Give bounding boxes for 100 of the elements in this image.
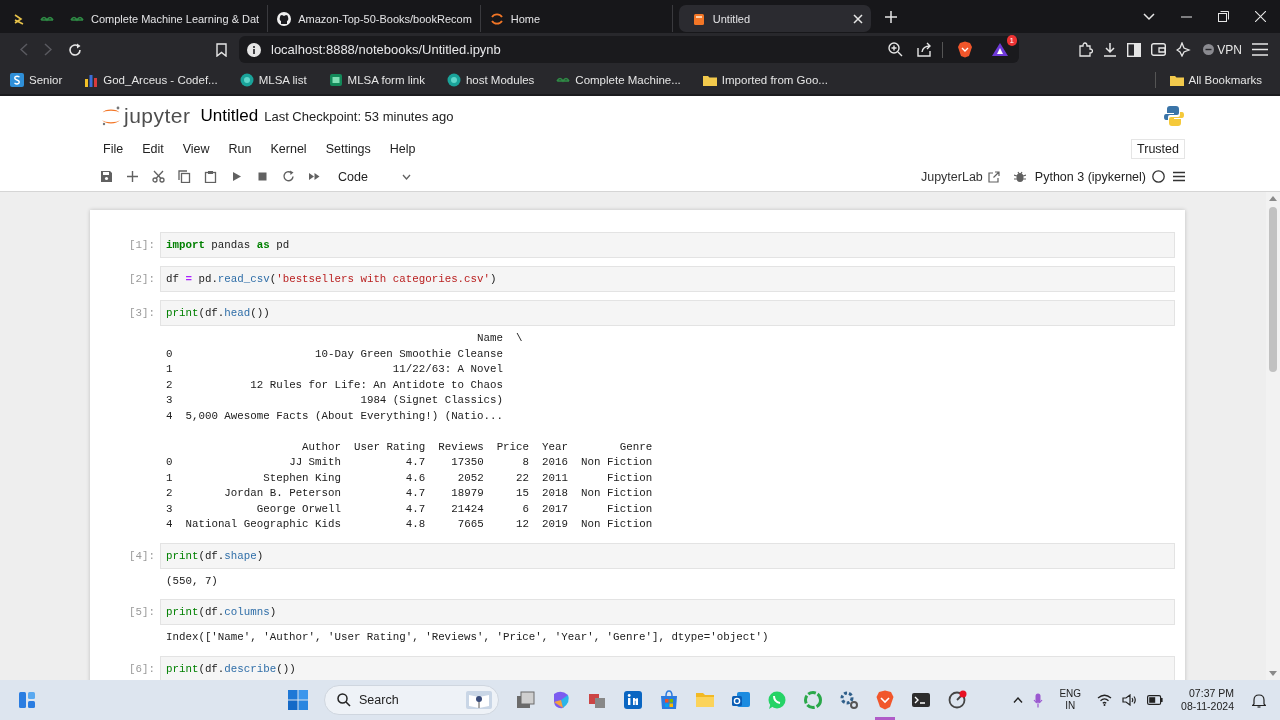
tab-title: Home [510, 12, 541, 25]
menu-item[interactable]: Settings [322, 142, 379, 156]
scroll-down-icon[interactable] [1269, 671, 1277, 676]
restart-icon[interactable] [282, 170, 295, 183]
language-indicator[interactable]: ENG IN [1059, 688, 1082, 712]
menu-icon[interactable] [1173, 171, 1185, 182]
chevron-up-icon[interactable] [1013, 697, 1024, 703]
scissors-icon[interactable] [152, 170, 165, 183]
speaker-icon[interactable] [1122, 694, 1138, 706]
bookmark-item[interactable]: host Modules [446, 73, 535, 87]
clipboard-icon[interactable] [204, 170, 217, 183]
wifi-icon[interactable] [1097, 694, 1113, 706]
share-icon[interactable] [917, 42, 932, 57]
bookmark-item[interactable]: MLSA form link [328, 73, 425, 87]
copy-icon[interactable] [178, 170, 191, 183]
microphone-icon[interactable] [1033, 692, 1044, 708]
chevron-down-icon[interactable] [1143, 12, 1155, 21]
lion-shield-icon[interactable] [957, 41, 973, 58]
windows-stack-icon[interactable] [515, 690, 535, 710]
menu-item[interactable]: Help [386, 142, 424, 156]
column-header: \ [515, 331, 523, 346]
bug-icon[interactable] [1013, 170, 1026, 183]
bookmark-item[interactable]: All Bookmarks [1169, 73, 1262, 87]
save-icon[interactable] [100, 170, 113, 183]
round-logo-icon [239, 73, 254, 87]
wallet-icon[interactable] [1151, 43, 1167, 56]
code-cell-input[interactable]: import pandas as pd [160, 232, 1175, 258]
download-icon[interactable] [1103, 42, 1118, 57]
bookmark-item[interactable]: MLSA list [239, 73, 307, 87]
bookmark-item[interactable]: Complete Machine... [556, 73, 681, 87]
scrollbar-thumb[interactable] [1269, 207, 1277, 372]
browser-tab[interactable]: Amazon-Top-50-Books/bookRecom [268, 5, 481, 32]
browser-tab[interactable]: Complete Machine Learning & Dat [61, 5, 269, 32]
tab-title: Untitled [712, 12, 751, 25]
bell-icon[interactable] [1252, 692, 1266, 708]
bookmark-icon[interactable] [216, 42, 227, 57]
scroll-up-icon[interactable] [1269, 196, 1277, 201]
menu-item[interactable]: Run [225, 142, 260, 156]
trusted-button[interactable]: Trusted [1131, 139, 1185, 159]
circle-gauge-icon[interactable] [947, 690, 967, 710]
battery-icon[interactable] [1147, 695, 1164, 705]
minus-circle-icon [1203, 44, 1215, 55]
triangle-icon[interactable] [991, 42, 1009, 57]
code-cell-input[interactable]: print(df.columns) [160, 599, 1175, 625]
reload-icon[interactable] [68, 42, 82, 57]
clock[interactable]: 07:37 PM 08-11-2024 [1181, 687, 1234, 713]
table-cell-text: 2016 [542, 455, 568, 470]
puzzle-icon[interactable] [1078, 42, 1094, 57]
kernel-status-icon [1152, 170, 1165, 183]
shopping-bag-icon[interactable] [659, 690, 679, 710]
menu-item[interactable]: Edit [139, 142, 172, 156]
table-cell-text: 12 Rules for Life: An Antidote to Chaos [249, 377, 503, 393]
sidebar-icon[interactable] [1127, 42, 1142, 57]
column-header: Author [301, 439, 341, 455]
plus-icon[interactable] [126, 170, 139, 183]
address-bar[interactable]: localhost:8888/notebooks/Untitled.ipynb 1 [239, 36, 1019, 63]
search-field[interactable]: Search [324, 685, 499, 715]
browser-tab[interactable]: Home [480, 5, 673, 32]
bookmark-item[interactable]: God_Arceus - Codef... [84, 73, 218, 87]
new-tab-icon[interactable] [884, 10, 897, 23]
site-icon [488, 10, 505, 27]
snake-logo-icon [1163, 105, 1185, 127]
widgets-icon[interactable] [18, 691, 36, 709]
jupyterlab-link[interactable]: JupyterLab [920, 169, 1000, 184]
table-cell-text: 4.7 [404, 455, 426, 470]
stop-icon[interactable] [256, 170, 269, 183]
bookmark-item[interactable]: Imported from Goo... [702, 73, 828, 87]
column-header: Reviews [438, 439, 484, 455]
vpn-button[interactable]: VPN [1203, 42, 1242, 57]
play-icon[interactable] [230, 170, 243, 183]
zoom-in-icon[interactable] [888, 42, 903, 57]
row-index: 3 [166, 501, 173, 517]
menu-item[interactable]: View [179, 142, 218, 156]
menu-item[interactable]: Kernel [267, 142, 315, 156]
scrollbar[interactable] [1266, 192, 1280, 680]
minimize-icon[interactable] [1181, 15, 1192, 18]
code-cell-input[interactable]: print(df.describe()) [160, 655, 1175, 680]
browser-tab[interactable]: Untitled [678, 5, 871, 32]
sparkle-icon[interactable] [1176, 42, 1192, 57]
cell-type-dropdown[interactable]: Code [336, 167, 413, 186]
close-icon[interactable] [1255, 11, 1266, 22]
notebook-title[interactable]: Untitled [200, 106, 259, 126]
code-cell-input[interactable]: df = pd.read_csv('bestsellers with categories.csv') [160, 266, 1175, 292]
code-cell-input[interactable]: print(df.head()) [160, 300, 1175, 326]
mail-icon[interactable] [731, 690, 751, 710]
restore-icon[interactable] [1218, 11, 1229, 22]
column-header: User Rating [354, 439, 426, 455]
fast-forward-icon[interactable] [308, 170, 321, 183]
start-icon[interactable] [288, 690, 308, 710]
checkpoint-text: Last Checkpoint: 53 minutes ago [264, 108, 454, 124]
kernel-name[interactable]: Python 3 (ipykernel) [1034, 169, 1146, 184]
in-tile-icon[interactable] [623, 690, 643, 710]
code-cell-input[interactable]: print(df.shape) [160, 542, 1175, 569]
close-icon[interactable] [852, 13, 863, 24]
swirl-icon[interactable] [551, 690, 571, 710]
cell-prompt: [2]: [128, 272, 156, 287]
terminal-icon[interactable] [911, 690, 931, 710]
menu-item[interactable]: File [100, 142, 132, 156]
bookmark-item[interactable]: Senior [10, 73, 63, 87]
info-icon[interactable] [247, 42, 261, 57]
